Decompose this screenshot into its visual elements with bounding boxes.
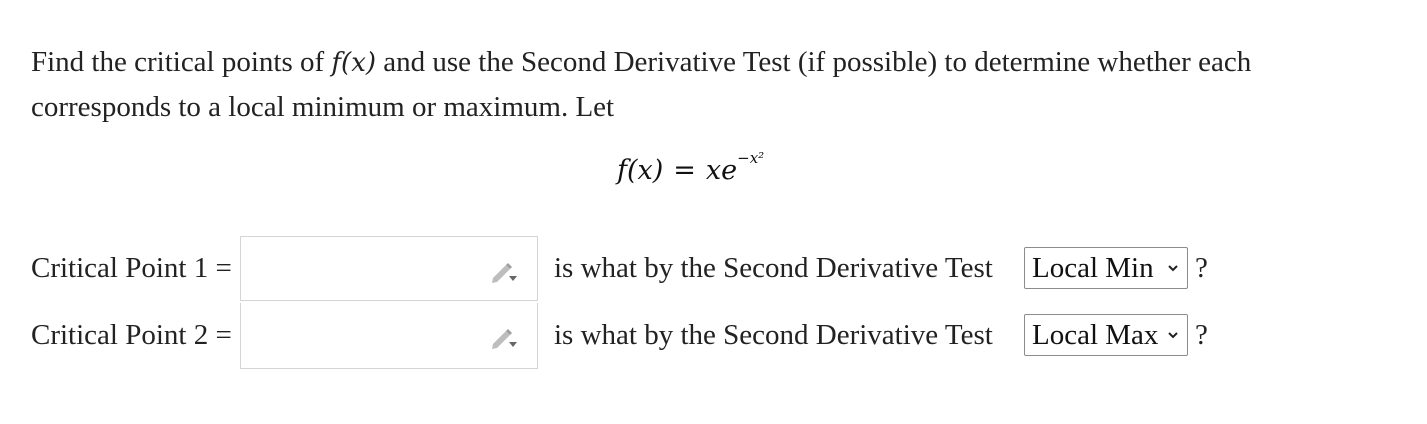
question-mark: ? (1195, 319, 1208, 351)
answer-box[interactable] (240, 236, 538, 301)
critical-point-row-1: Critical Point 1 = is what by the Second… (31, 236, 1411, 302)
problem-text-part1: Find the critical points of (31, 46, 332, 78)
question-mark: ? (1195, 252, 1208, 284)
selected-option: Local Min (1032, 252, 1154, 284)
pencil-icon[interactable] (489, 325, 519, 349)
critical-point-label: Critical Point 2 = (31, 319, 232, 351)
equation-lhs: f(x) (617, 155, 664, 186)
chevron-down-icon (1168, 265, 1178, 272)
equation-base: xe (705, 155, 738, 186)
classification-select-1[interactable]: Local Min (1024, 247, 1188, 289)
critical-point-2-input[interactable] (247, 311, 481, 359)
equation-equals: = (673, 155, 696, 186)
inline-function-fx: f(x) (331, 48, 376, 78)
test-question-text: is what by the Second Derivative Test (554, 252, 993, 284)
selected-option: Local Max (1032, 319, 1159, 351)
classification-select-2[interactable]: Local Max (1024, 314, 1188, 356)
equation-exponent: −x² (737, 149, 765, 167)
function-equation: f(x) = xe−x² (617, 149, 764, 186)
chevron-down-icon (1168, 332, 1178, 339)
critical-point-label: Critical Point 1 = (31, 252, 232, 284)
pencil-icon[interactable] (489, 259, 519, 283)
problem-statement: Find the critical points of f(x) and use… (31, 40, 1361, 129)
test-question-text: is what by the Second Derivative Test (554, 319, 993, 351)
critical-point-row-2: Critical Point 2 = is what by the Second… (31, 303, 1411, 369)
answer-box[interactable] (240, 303, 538, 369)
critical-point-1-input[interactable] (247, 245, 481, 293)
